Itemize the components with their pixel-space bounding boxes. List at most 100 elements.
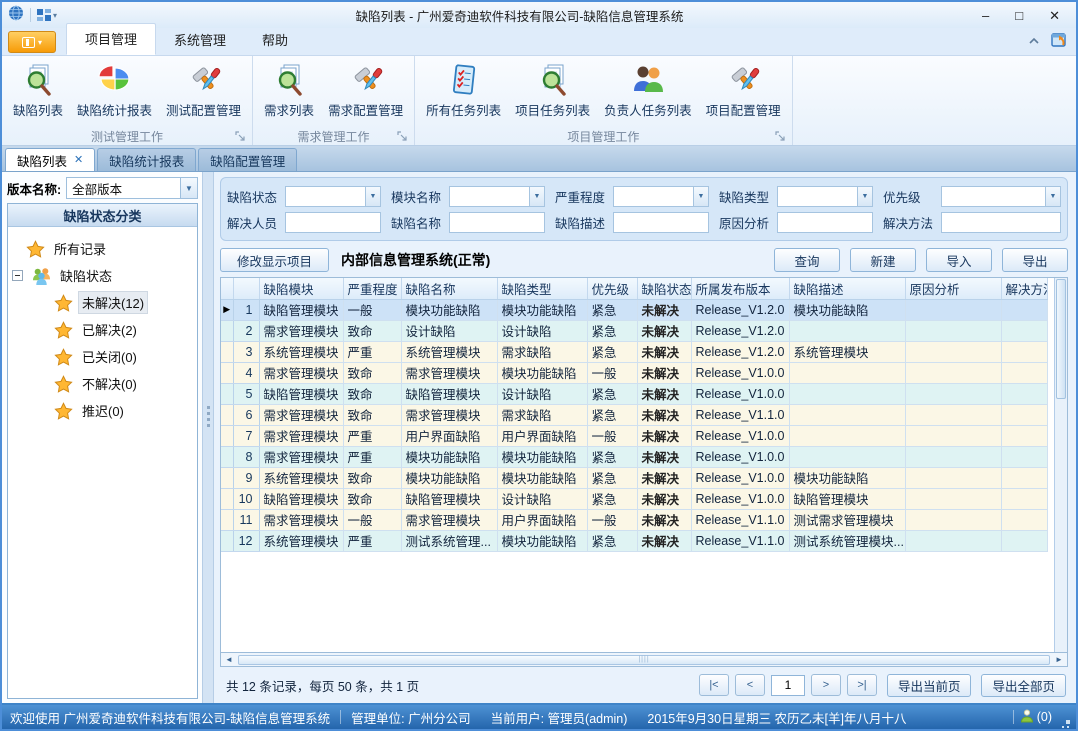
resize-grip-icon[interactable] <box>1066 720 1070 724</box>
horizontal-scrollbar[interactable]: ◄ ► <box>220 653 1068 667</box>
ribbon-item-project-config[interactable]: 项目配置管理 <box>699 59 788 122</box>
close-button[interactable]: ✕ <box>1049 9 1060 22</box>
column-header-缺陷状态[interactable]: 缺陷状态 <box>637 278 691 299</box>
query-button[interactable]: 查询 <box>774 248 840 272</box>
column-header-解决方法[interactable]: 解决方法 <box>1001 278 1047 299</box>
chevron-down-icon[interactable]: ▼ <box>180 178 197 198</box>
page-input[interactable] <box>771 675 805 696</box>
dialog-launcher-icon[interactable] <box>775 131 786 142</box>
table-row[interactable]: 8需求管理模块严重模块功能缺陷模块功能缺陷紧急未解决Release_V1.0.0 <box>221 446 1047 467</box>
desc-filter-input[interactable] <box>613 212 709 233</box>
module-filter-combobox[interactable]: ▼ <box>449 186 545 207</box>
vertical-scrollbar[interactable] <box>1054 278 1067 652</box>
table-row[interactable]: 5缺陷管理模块致命缺陷管理模块设计缺陷紧急未解决Release_V1.0.0 <box>221 383 1047 404</box>
table-row[interactable]: 7需求管理模块严重用户界面缺陷用户界面缺陷一般未解决Release_V1.0.0 <box>221 425 1047 446</box>
chevron-down-icon[interactable]: ▼ <box>1045 187 1060 206</box>
application-menu-button[interactable]: ▾ <box>8 31 56 53</box>
desc-filter-value[interactable] <box>614 213 708 232</box>
name-filter-value[interactable] <box>450 213 544 232</box>
table-row[interactable]: 10缺陷管理模块致命缺陷管理模块设计缺陷紧急未解决Release_V1.0.0缺… <box>221 488 1047 509</box>
minimize-button[interactable]: – <box>982 9 989 22</box>
column-header-原因分析[interactable]: 原因分析 <box>905 278 1001 299</box>
prev-page-button[interactable]: < <box>735 674 765 696</box>
module-filter-value[interactable] <box>450 187 529 206</box>
ribbon-tab-帮助[interactable]: 帮助 <box>244 25 306 55</box>
tree-node[interactable]: 推迟(0) <box>10 397 195 424</box>
table-row[interactable]: 12系统管理模块严重测试系统管理...模块功能缺陷紧急未解决Release_V1… <box>221 530 1047 551</box>
ribbon-item-project-tasks[interactable]: 项目任务列表 <box>508 59 597 122</box>
status-filter-value[interactable] <box>286 187 365 206</box>
modify-columns-button[interactable]: 修改显示项目 <box>220 248 329 272</box>
column-header-所属发布版本[interactable]: 所属发布版本 <box>691 278 789 299</box>
solution-filter-input[interactable] <box>941 212 1061 233</box>
sidebar-splitter[interactable] <box>202 172 214 703</box>
cause-filter-value[interactable] <box>778 213 872 232</box>
table-row[interactable]: 2需求管理模块致命设计缺陷设计缺陷紧急未解决Release_V1.2.0 <box>221 320 1047 341</box>
tree-node[interactable]: 不解决(0) <box>10 370 195 397</box>
resolver-filter-input[interactable] <box>285 212 381 233</box>
severity-filter-combobox[interactable]: ▼ <box>613 186 709 207</box>
maximize-button[interactable]: □ <box>1015 9 1023 22</box>
type-filter-value[interactable] <box>778 187 857 206</box>
table-row[interactable]: 11需求管理模块一般需求管理模块用户界面缺陷一般未解决Release_V1.1.… <box>221 509 1047 530</box>
chevron-down-icon[interactable]: ▼ <box>365 187 380 206</box>
ribbon-item-defect-report[interactable]: 缺陷统计报表 <box>70 59 159 122</box>
column-header-严重程度[interactable]: 严重程度 <box>343 278 401 299</box>
priority-filter-combobox[interactable]: ▼ <box>941 186 1061 207</box>
table-row[interactable]: ▶1缺陷管理模块一般模块功能缺陷模块功能缺陷紧急未解决Release_V1.2.… <box>221 299 1047 320</box>
solution-filter-value[interactable] <box>942 213 1060 232</box>
status-filter-combobox[interactable]: ▼ <box>285 186 381 207</box>
collapse-icon[interactable] <box>12 270 23 281</box>
export-button[interactable]: 导出 <box>1002 248 1068 272</box>
scroll-left-icon[interactable]: ◄ <box>221 655 237 664</box>
severity-filter-value[interactable] <box>614 187 693 206</box>
column-header-优先级[interactable]: 优先级 <box>587 278 637 299</box>
dialog-launcher-icon[interactable] <box>235 131 246 142</box>
priority-filter-value[interactable] <box>942 187 1045 206</box>
scroll-right-icon[interactable]: ► <box>1051 655 1067 664</box>
ribbon-item-test-config[interactable]: 测试配置管理 <box>159 59 248 122</box>
tree-node[interactable]: 已解决(2) <box>10 316 195 343</box>
table-row[interactable]: 3系统管理模块严重系统管理模块需求缺陷紧急未解决Release_V1.2.0系统… <box>221 341 1047 362</box>
ribbon-item-defect-list[interactable]: 缺陷列表 <box>6 59 70 122</box>
ribbon-item-owner-tasks[interactable]: 负责人任务列表 <box>597 59 699 122</box>
name-filter-input[interactable] <box>449 212 545 233</box>
ribbon-tab-系统管理[interactable]: 系统管理 <box>156 25 244 55</box>
ribbon-item-requirement-config[interactable]: 需求配置管理 <box>321 59 410 122</box>
dialog-launcher-icon[interactable] <box>397 131 408 142</box>
tree-node[interactable]: 所有记录 <box>10 235 195 262</box>
horizontal-scroll-thumb[interactable] <box>238 655 1050 665</box>
chevron-down-icon[interactable]: ▼ <box>857 187 872 206</box>
tree-node[interactable]: 缺陷状态 <box>10 262 195 289</box>
first-page-button[interactable]: |< <box>699 674 729 696</box>
table-row[interactable]: 4需求管理模块致命需求管理模块模块功能缺陷一般未解决Release_V1.0.0 <box>221 362 1047 383</box>
new-button[interactable]: 新建 <box>850 248 916 272</box>
next-page-button[interactable]: > <box>811 674 841 696</box>
tree-node[interactable]: 已关闭(0) <box>10 343 195 370</box>
type-filter-combobox[interactable]: ▼ <box>777 186 873 207</box>
chevron-down-icon[interactable]: ▼ <box>529 187 544 206</box>
tree-node[interactable]: 未解决(12) <box>10 289 195 316</box>
ribbon-item-all-tasks[interactable]: 所有任务列表 <box>419 59 508 122</box>
column-header-缺陷模块[interactable]: 缺陷模块 <box>259 278 343 299</box>
cause-filter-input[interactable] <box>777 212 873 233</box>
table-row[interactable]: 9系统管理模块致命模块功能缺陷模块功能缺陷紧急未解决Release_V1.0.0… <box>221 467 1047 488</box>
app-logo-icon[interactable] <box>8 5 24 26</box>
last-page-button[interactable]: >| <box>847 674 877 696</box>
export-current-page-button[interactable]: 导出当前页 <box>887 674 972 697</box>
close-icon[interactable]: ✕ <box>74 155 83 166</box>
import-button[interactable]: 导入 <box>926 248 992 272</box>
version-combobox[interactable]: 全部版本 ▼ <box>66 177 198 199</box>
about-icon[interactable] <box>1051 32 1068 53</box>
doc-tab-缺陷列表[interactable]: 缺陷列表✕ <box>5 148 95 171</box>
chevron-down-icon[interactable]: ▼ <box>693 187 708 206</box>
collapse-ribbon-icon[interactable] <box>1027 34 1041 52</box>
column-header-缺陷描述[interactable]: 缺陷描述 <box>789 278 905 299</box>
doc-tab-缺陷配置管理[interactable]: 缺陷配置管理 <box>198 148 297 171</box>
ribbon-tab-项目管理[interactable]: 项目管理 <box>66 23 156 55</box>
resolver-filter-value[interactable] <box>286 213 380 232</box>
column-header-缺陷名称[interactable]: 缺陷名称 <box>401 278 497 299</box>
table-row[interactable]: 6需求管理模块致命需求管理模块需求缺陷紧急未解决Release_V1.1.0 <box>221 404 1047 425</box>
message-indicator[interactable]: (0) <box>1020 709 1052 726</box>
doc-tab-缺陷统计报表[interactable]: 缺陷统计报表 <box>97 148 196 171</box>
